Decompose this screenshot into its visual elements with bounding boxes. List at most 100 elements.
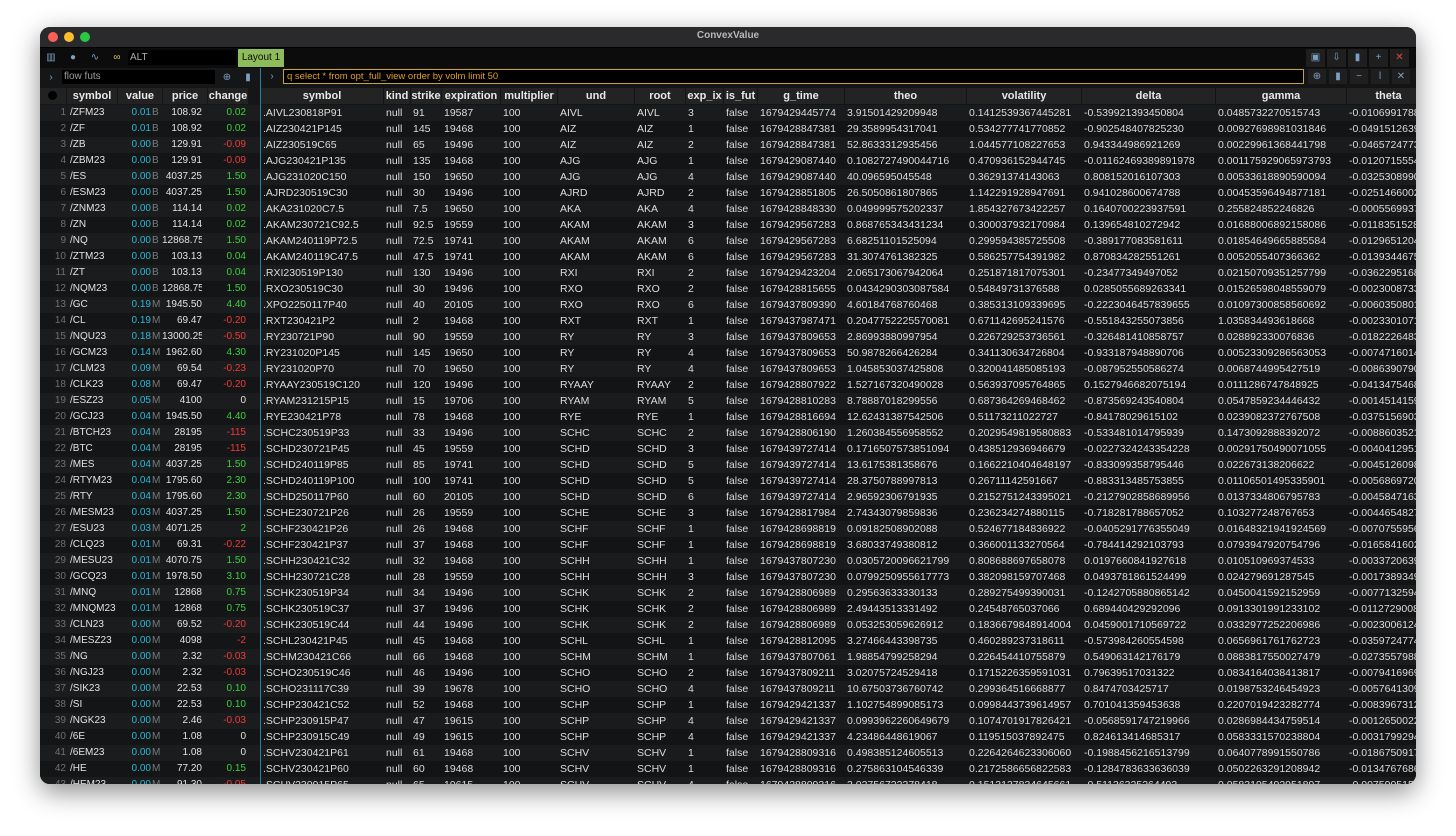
flow-row[interactable]: 42/HE 0.00 M 77.20 0.15 bbox=[40, 761, 260, 777]
flow-row[interactable]: 3/ZB 0.00 B 129.91 -0.09 bbox=[40, 137, 260, 153]
globe-icon[interactable]: ● bbox=[65, 50, 81, 66]
table-row[interactable]: .RXO230519C30 null 30 19496 100 RXO RXO 2 false 1… bbox=[261, 281, 1416, 297]
table-row[interactable]: .RY231020P145 null 145 19650 100 RY RY 4 false 16… bbox=[261, 345, 1416, 361]
col-kind[interactable]: kind bbox=[384, 88, 410, 104]
bookmark-icon[interactable]: ▮ bbox=[1329, 69, 1347, 84]
alt-input[interactable]: ALT bbox=[128, 50, 236, 65]
flow-row[interactable]: 23/MES 0.04 M 4037.25 1.50 bbox=[40, 457, 260, 473]
table-row[interactable]: .AIZ230421P145 null 145 19468 100 AIZ AIZ 1 fals… bbox=[261, 121, 1416, 137]
flow-row[interactable]: 31/MNQ 0.01 M 12868 0.75 bbox=[40, 585, 260, 601]
table-row[interactable]: .AIVL230818P91 null 91 19587 100 AIVL AIVL 3 fal… bbox=[261, 105, 1416, 121]
flow-row[interactable]: 12/NQM23 0.00 B 12868.75 1.50 bbox=[40, 281, 260, 297]
col-expiration[interactable]: expiration bbox=[442, 88, 500, 104]
table-row[interactable]: .RXT230421P2 null 2 19468 100 RXT RXT 1 false 167… bbox=[261, 313, 1416, 329]
table-row[interactable]: .AKAM240119P72.5 null 72.5 19741 100 AKAM AKAM… bbox=[261, 233, 1416, 249]
sidebar-icon[interactable]: ▥ bbox=[43, 50, 59, 66]
flow-row[interactable]: 25/RTY 0.04 M 1795.60 2.30 bbox=[40, 489, 260, 505]
col-delta[interactable]: delta bbox=[1082, 88, 1215, 104]
col-change[interactable]: change bbox=[208, 88, 248, 104]
col-volatility[interactable]: volatility bbox=[967, 88, 1081, 104]
flow-row[interactable]: 41/6EM23 0.00 M 1.08 0 bbox=[40, 745, 260, 761]
table-row[interactable]: .SCHH230421C32 null 32 19468 100 SCHH SCHH 1 fal… bbox=[261, 553, 1416, 569]
link-icon[interactable]: ∞ bbox=[109, 50, 125, 66]
plus-icon[interactable]: + bbox=[1369, 49, 1388, 67]
table-row[interactable]: .SCHD230721P45 null 45 19559 100 SCHD SCHD 3 fal… bbox=[261, 441, 1416, 457]
table-row[interactable]: .SCHO230519C46 null 46 19496 100 SCHO SCHO 2 fal… bbox=[261, 665, 1416, 681]
flow-row[interactable]: 11/ZT 0.00 B 103.13 0.04 bbox=[40, 265, 260, 281]
table-row[interactable]: .AJG230421P135 null 135 19468 100 AJG AJG 1 fals… bbox=[261, 153, 1416, 169]
flow-row[interactable]: 6/ESM23 0.00 B 4037.25 1.50 bbox=[40, 185, 260, 201]
table-row[interactable]: .AKA231020C7.5 null 7.5 19650 100 AKA AKA 4 fals… bbox=[261, 201, 1416, 217]
query-input[interactable]: q select * from opt_full_view order by v… bbox=[283, 69, 1304, 84]
table-row[interactable]: .SCHD240119P100 null 100 19741 100 SCHD SCHD 5 f… bbox=[261, 473, 1416, 489]
table-row[interactable]: .SCHP230915P47 null 47 19615 100 SCHP SCHP 4 fal… bbox=[261, 713, 1416, 729]
table-row[interactable]: .AKAM240119C47.5 null 47.5 19741 100 AKAM AKAM… bbox=[261, 249, 1416, 265]
table-row[interactable]: .SCHV230421P61 null 61 19468 100 SCHV SCHV 1 fal… bbox=[261, 745, 1416, 761]
flow-row[interactable]: 13/GC 0.19 M 1945.50 4.40 bbox=[40, 297, 260, 313]
flow-row[interactable]: 18/CLK23 0.08 M 69.47 -0.20 bbox=[40, 377, 260, 393]
flow-row[interactable]: 27/ESU23 0.03 M 4071.25 2 bbox=[40, 521, 260, 537]
col-value[interactable]: value bbox=[118, 88, 162, 104]
col-exp-ix[interactable]: exp_ix bbox=[686, 88, 723, 104]
table-row[interactable]: .SCHD240119P85 null 85 19741 100 SCHD SCHD 5 fal… bbox=[261, 457, 1416, 473]
flow-row[interactable]: 9/NQ 0.00 B 12868.75 1.50 bbox=[40, 233, 260, 249]
flow-row[interactable]: 38/SI 0.00 M 22.53 0.10 bbox=[40, 697, 260, 713]
bookmark-icon[interactable]: ▮ bbox=[240, 70, 256, 85]
table-row[interactable]: .SCHP230421C52 null 52 19468 100 SCHP SCHP 1 fal… bbox=[261, 697, 1416, 713]
flow-row[interactable]: 21/BTCH23 0.04 M 28195 -115 bbox=[40, 425, 260, 441]
flow-row[interactable]: 35/NG 0.00 M 2.32 -0.03 bbox=[40, 649, 260, 665]
table-row[interactable]: .RYAM231215P15 null 15 19706 100 RYAM RYAM 5 fal… bbox=[261, 393, 1416, 409]
table-row[interactable]: .SCHF230421P37 null 37 19468 100 SCHF SCHF 1 fal… bbox=[261, 537, 1416, 553]
close-icon[interactable]: ✕ bbox=[1392, 69, 1410, 84]
flow-row[interactable]: 37/SIK23 0.00 M 22.53 0.10 bbox=[40, 681, 260, 697]
flow-row[interactable]: 36/NGJ23 0.00 M 2.32 -0.03 bbox=[40, 665, 260, 681]
table-row[interactable]: .SCHK230519C44 null 44 19496 100 SCHK SCHK 2 fal… bbox=[261, 617, 1416, 633]
flow-search-input[interactable]: flow futs bbox=[62, 70, 215, 84]
col-root[interactable]: root bbox=[635, 88, 685, 104]
table-row[interactable]: .SCHM230421C66 null 66 19468 100 SCHM SCHM 1 fal… bbox=[261, 649, 1416, 665]
table-row[interactable]: .AJG231020C150 null 150 19650 100 AJG AJG 4 fals… bbox=[261, 169, 1416, 185]
col-is-fut[interactable]: is_fut bbox=[724, 88, 757, 104]
table-row[interactable]: .SCHK230519P34 null 34 19496 100 SCHK SCHK 2 fal… bbox=[261, 585, 1416, 601]
settings-icon[interactable]: ⊕ bbox=[1308, 69, 1326, 84]
flow-row[interactable]: 43/HEM230.00M91.30 -0.05 bbox=[40, 777, 260, 784]
flow-row[interactable]: 26/MESM23 0.03 M 4037.25 1.50 bbox=[40, 505, 260, 521]
table-row[interactable]: .SCHP230915C49 null 49 19615 100 SCHP SCHP 4 fal… bbox=[261, 729, 1416, 745]
col-price[interactable]: price bbox=[163, 88, 207, 104]
flow-row[interactable]: 10/ZTM23 0.00 B 103.13 0.04 bbox=[40, 249, 260, 265]
chevron-right-icon[interactable]: › bbox=[264, 69, 280, 84]
flow-row[interactable]: 14/CL 0.19 M 69.47 -0.20 bbox=[40, 313, 260, 329]
flow-row[interactable]: 33/CLN23 0.00 M 69.52 -0.20 bbox=[40, 617, 260, 633]
flow-row[interactable]: 34/MESZ23 0.00 M 4098 -2 bbox=[40, 633, 260, 649]
col-und[interactable]: und bbox=[558, 88, 634, 104]
flow-row[interactable]: 2/ZF 0.01 B 108.92 0.02 bbox=[40, 121, 260, 137]
bookmark-icon[interactable]: ▮ bbox=[1348, 49, 1367, 67]
flow-row[interactable]: 1/ZFM23 0.01 B 108.92 0.02 bbox=[40, 105, 260, 121]
table-row[interactable]: .AIZ230519C65 null 65 19496 100 AIZ AIZ 2 false 1… bbox=[261, 137, 1416, 153]
col-multiplier[interactable]: multiplier bbox=[501, 88, 557, 104]
chevron-right-icon[interactable]: › bbox=[43, 70, 59, 85]
flow-row[interactable]: 8/ZN 0.00 B 114.14 0.02 bbox=[40, 217, 260, 233]
col-theta[interactable]: theta bbox=[1347, 88, 1416, 104]
table-row[interactable]: .RY231020P70 null 70 19650 100 RY RY 4 false 1679… bbox=[261, 361, 1416, 377]
close-icon[interactable]: ✕ bbox=[1390, 49, 1409, 67]
table-row[interactable]: .XPO2250117P40 null 40 20105 100 RXO RXO 6 false… bbox=[261, 297, 1416, 313]
table-row[interactable]: .RY230721P90 null 90 19559 100 RY RY 3 false 1679… bbox=[261, 329, 1416, 345]
col-strike[interactable]: strike bbox=[411, 88, 441, 104]
divider-icon[interactable]: ǀ bbox=[1371, 69, 1389, 84]
col-theo[interactable]: theo bbox=[845, 88, 966, 104]
table-row[interactable]: .SCHE230721P26 null 26 19559 100 SCHE SCHE 3 fal… bbox=[261, 505, 1416, 521]
table-row[interactable]: .SCHV230915P65null6519615100SCHVSCHV4fal… bbox=[261, 777, 1416, 784]
flow-row[interactable]: 4/ZBM23 0.00 B 129.91 -0.09 bbox=[40, 153, 260, 169]
flow-row[interactable]: 15/NQU23 0.18 M 13000.25 -0.50 bbox=[40, 329, 260, 345]
table-row[interactable]: .AKAM230721C92.5 null 92.5 19559 100 AKAM AKAM… bbox=[261, 217, 1416, 233]
flow-row[interactable]: 29/MESU23 0.01 M 4070.75 1.50 bbox=[40, 553, 260, 569]
table-row[interactable]: .SCHF230421P26 null 26 19468 100 SCHF SCHF 1 fal… bbox=[261, 521, 1416, 537]
table-row[interactable]: .SCHC230519P33 null 33 19496 100 SCHC SCHC 2 fal… bbox=[261, 425, 1416, 441]
table-row[interactable]: .SCHD250117P60 null 60 20105 100 SCHD SCHD 6 fal… bbox=[261, 489, 1416, 505]
table-row[interactable]: .SCHO231117C39 null 39 19678 100 SCHO SCHO 4 fal… bbox=[261, 681, 1416, 697]
export-icon[interactable]: ⇩ bbox=[1327, 49, 1346, 67]
flow-row[interactable]: 39/NGK23 0.00 M 2.46 -0.03 bbox=[40, 713, 260, 729]
flow-row[interactable]: 24/RTYM23 0.04 M 1795.60 2.30 bbox=[40, 473, 260, 489]
flow-row[interactable]: 20/GCJ23 0.04 M 1945.50 4.40 bbox=[40, 409, 260, 425]
